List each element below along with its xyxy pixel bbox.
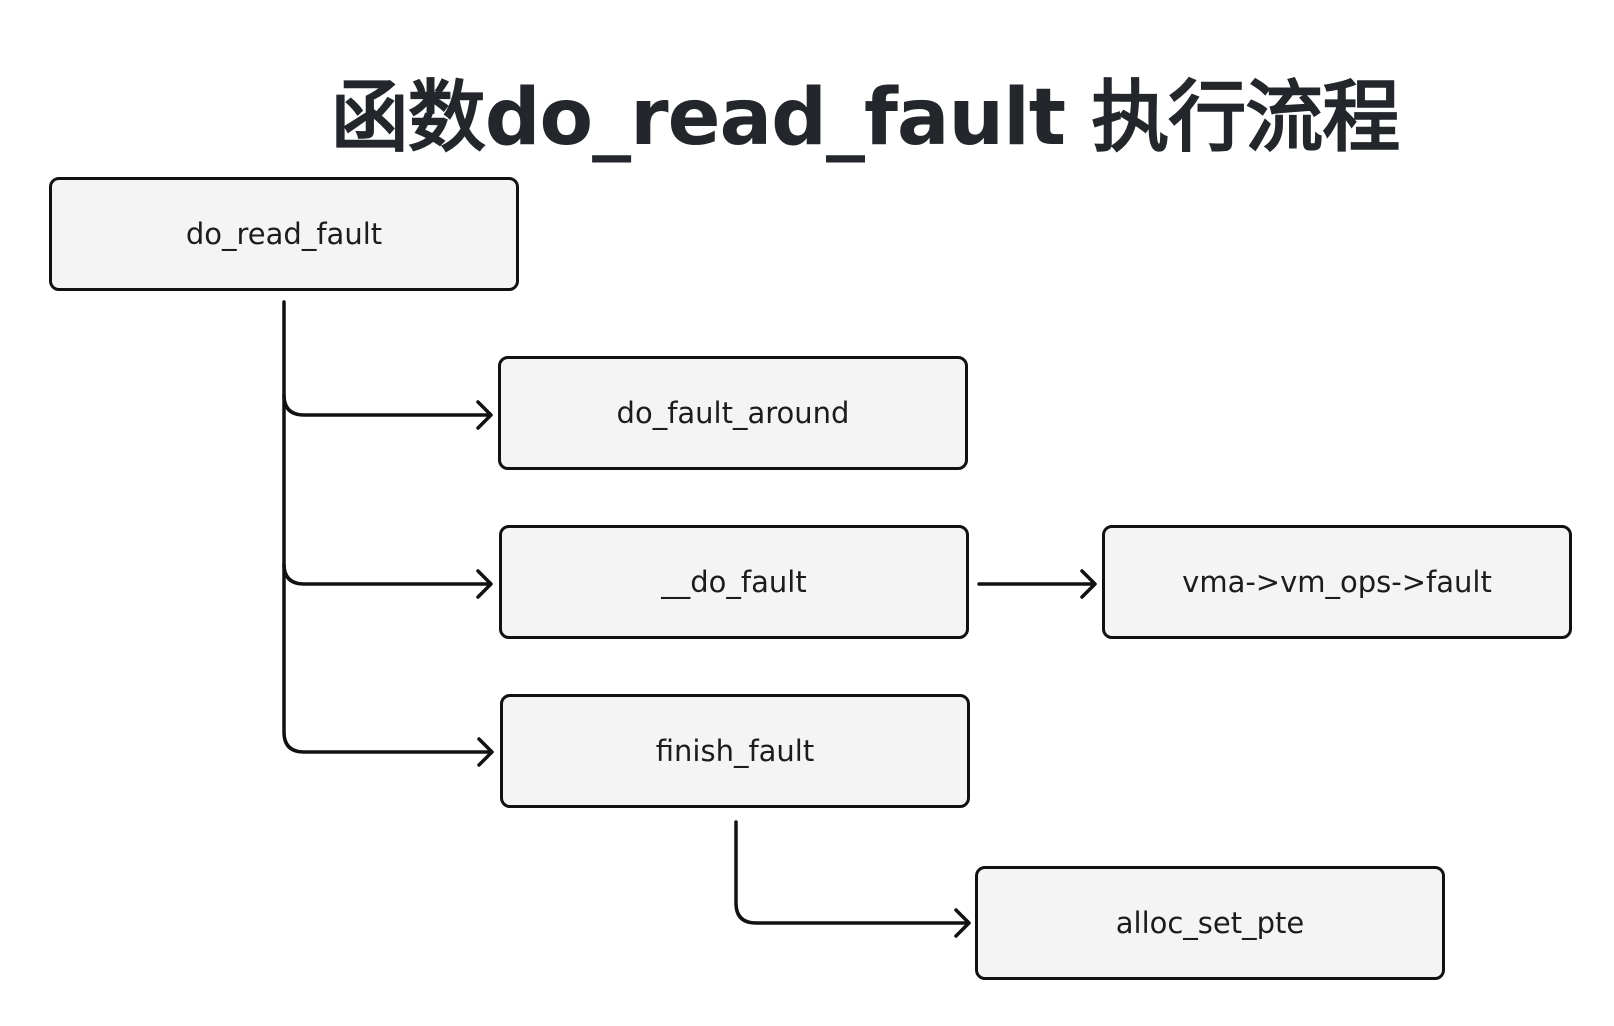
node-do-fault[interactable]: __do_fault <box>499 525 969 639</box>
node-vm-ops-fault[interactable]: vma->vm_ops->fault <box>1102 525 1572 639</box>
edge-do-read-fault-to-do-fault <box>282 562 490 586</box>
node-do-fault-around[interactable]: do_fault_around <box>498 356 968 470</box>
edge-do-read-fault-to-do-fault-around <box>282 393 490 417</box>
node-alloc-set-pte[interactable]: alloc_set_pte <box>975 866 1445 980</box>
node-finish-fault[interactable]: finish_fault <box>500 694 970 808</box>
edge-do-read-fault-trunk <box>282 300 492 754</box>
node-do-read-fault[interactable]: do_read_fault <box>49 177 519 291</box>
edge-finish-fault-to-alloc-set-pte <box>734 820 968 925</box>
